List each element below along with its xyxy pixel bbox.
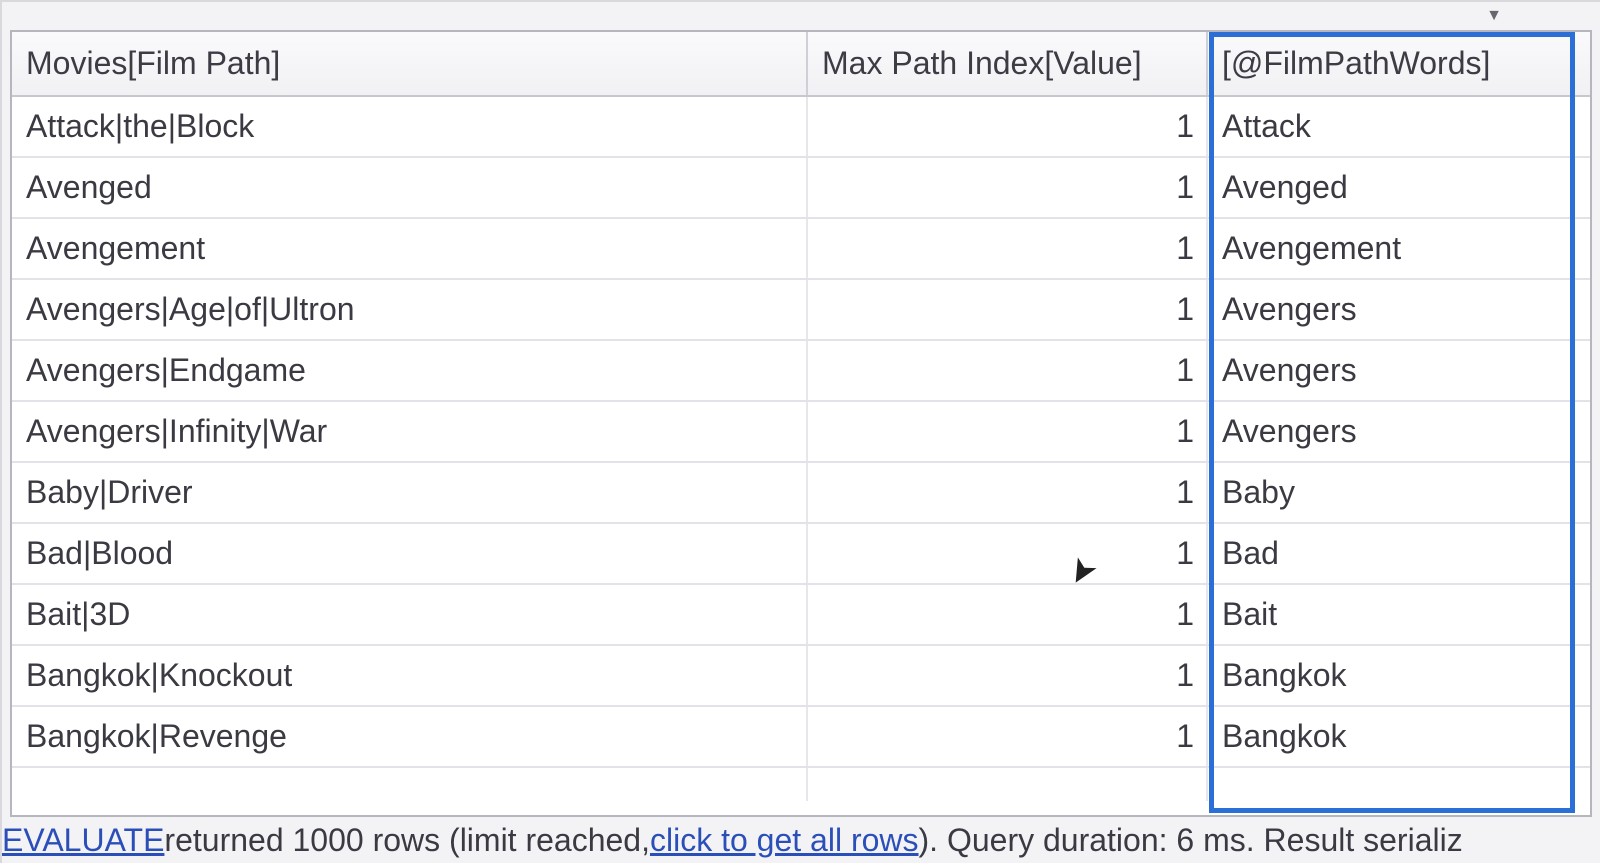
cell-filmpathwords[interactable]: Avengers [1207, 401, 1590, 462]
cell-max-path-index[interactable] [807, 767, 1207, 801]
cell-max-path-index[interactable]: 1 [807, 340, 1207, 401]
column-header-filmpathwords[interactable]: [@FilmPathWords] [1207, 32, 1590, 96]
table-row[interactable]: Bad|Blood 1 Bad [12, 523, 1590, 584]
cell-film-path[interactable]: Bad|Blood [12, 523, 807, 584]
cell-filmpathwords[interactable]: Avengers [1207, 340, 1590, 401]
status-bar: EVALUATE returned 1000 rows (limit reach… [2, 817, 1600, 863]
cell-filmpathwords[interactable]: Avengement [1207, 218, 1590, 279]
cell-film-path[interactable]: Avengers|Endgame [12, 340, 807, 401]
table-row[interactable]: Bangkok|Revenge 1 Bangkok [12, 706, 1590, 767]
table-row[interactable]: Avengement 1 Avengement [12, 218, 1590, 279]
cell-max-path-index[interactable]: 1 [807, 462, 1207, 523]
cell-filmpathwords[interactable]: Baby [1207, 462, 1590, 523]
cell-film-path[interactable]: Avengers|Age|of|Ultron [12, 279, 807, 340]
table-row[interactable]: Avengers|Infinity|War 1 Avengers [12, 401, 1590, 462]
results-window: ▼ Movies[Film Path] Max Path Index[Value… [0, 0, 1600, 863]
cell-filmpathwords[interactable]: Avenged [1207, 157, 1590, 218]
cell-film-path[interactable]: Bangkok|Knockout [12, 645, 807, 706]
cell-filmpathwords[interactable]: Bangkok [1207, 645, 1590, 706]
results-grid-container: Movies[Film Path] Max Path Index[Value] … [10, 30, 1592, 817]
cell-film-path[interactable]: Attack|the|Block [12, 96, 807, 157]
toolbar: ▼ [2, 2, 1600, 30]
cell-film-path[interactable]: Baby|Driver [12, 462, 807, 523]
cell-film-path[interactable]: Avengement [12, 218, 807, 279]
status-text-tail: ). Query duration: 6 ms. Result serializ [919, 822, 1463, 859]
cell-max-path-index[interactable]: 1 [807, 96, 1207, 157]
cell-filmpathwords[interactable]: Attack [1207, 96, 1590, 157]
results-table: Movies[Film Path] Max Path Index[Value] … [12, 32, 1590, 801]
cell-max-path-index[interactable]: 1 [807, 706, 1207, 767]
table-body: Attack|the|Block 1 Attack Avenged 1 Aven… [12, 96, 1590, 801]
column-header-max-path-index-value[interactable]: Max Path Index[Value] [807, 32, 1207, 96]
table-row[interactable]: Bait|3D 1 Bait [12, 584, 1590, 645]
cell-filmpathwords[interactable]: Bangkok [1207, 706, 1590, 767]
table-row[interactable]: Attack|the|Block 1 Attack [12, 96, 1590, 157]
table-row[interactable]: Bangkok|Knockout 1 Bangkok [12, 645, 1590, 706]
cell-max-path-index[interactable]: 1 [807, 645, 1207, 706]
cell-max-path-index[interactable]: 1 [807, 279, 1207, 340]
cell-film-path[interactable]: Avenged [12, 157, 807, 218]
table-row-partial[interactable] [12, 767, 1590, 801]
cell-film-path[interactable]: Bait|3D [12, 584, 807, 645]
table-row[interactable]: Avengers|Age|of|Ultron 1 Avengers [12, 279, 1590, 340]
chevron-down-icon[interactable]: ▼ [1480, 5, 1508, 27]
get-all-rows-link[interactable]: click to get all rows [650, 822, 919, 859]
cell-filmpathwords[interactable]: Bait [1207, 584, 1590, 645]
cell-filmpathwords[interactable]: Avengers [1207, 279, 1590, 340]
cell-max-path-index[interactable]: 1 [807, 523, 1207, 584]
table-row[interactable]: Avengers|Endgame 1 Avengers [12, 340, 1590, 401]
cell-filmpathwords[interactable] [1207, 767, 1590, 801]
cell-max-path-index[interactable]: 1 [807, 218, 1207, 279]
evaluate-link[interactable]: EVALUATE [2, 822, 164, 859]
column-header-movies-film-path[interactable]: Movies[Film Path] [12, 32, 807, 96]
cell-max-path-index[interactable]: 1 [807, 584, 1207, 645]
table-row[interactable]: Baby|Driver 1 Baby [12, 462, 1590, 523]
table-row[interactable]: Avenged 1 Avenged [12, 157, 1590, 218]
cell-film-path[interactable] [12, 767, 807, 801]
header-row: Movies[Film Path] Max Path Index[Value] … [12, 32, 1590, 96]
cell-max-path-index[interactable]: 1 [807, 157, 1207, 218]
cell-max-path-index[interactable]: 1 [807, 401, 1207, 462]
cell-film-path[interactable]: Avengers|Infinity|War [12, 401, 807, 462]
cell-film-path[interactable]: Bangkok|Revenge [12, 706, 807, 767]
results-grid-scroll[interactable]: Movies[Film Path] Max Path Index[Value] … [12, 32, 1590, 815]
status-text: returned 1000 rows (limit reached, [164, 822, 650, 859]
cell-filmpathwords[interactable]: Bad [1207, 523, 1590, 584]
